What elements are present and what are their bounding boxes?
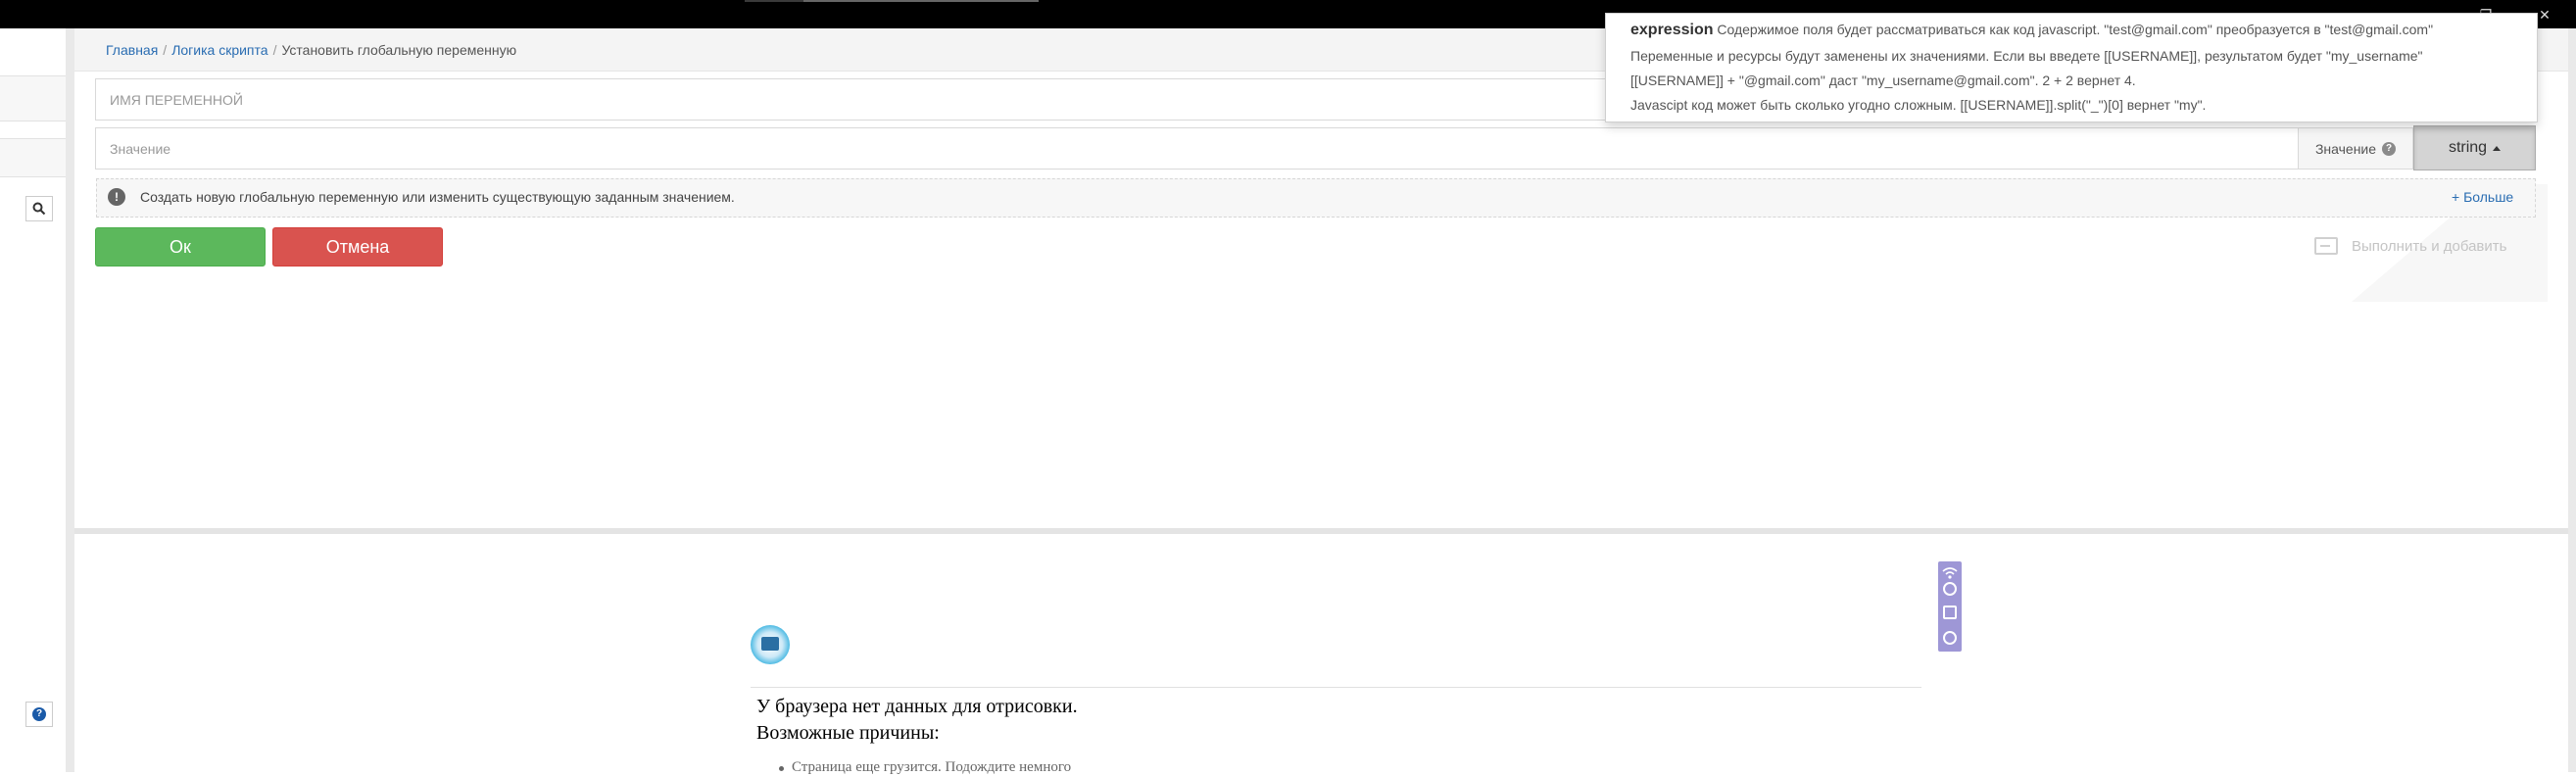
breadcrumb-script-logic-link[interactable]: Логика скрипта <box>171 42 267 58</box>
value-addon: Значение ? <box>2298 127 2413 170</box>
settings-icon[interactable] <box>1938 627 1962 649</box>
browser-icon <box>751 625 790 664</box>
resize-icon[interactable] <box>1938 602 1962 623</box>
help-button[interactable]: ? <box>25 702 53 727</box>
question-icon[interactable]: ? <box>2382 141 2397 156</box>
reason-list-item: Страница еще грузится. Подождите немного <box>778 759 1072 775</box>
search-button[interactable] <box>25 196 53 221</box>
message-divider <box>751 687 1921 688</box>
expression-tooltip: expression Содержимое поля будет рассмат… <box>1605 13 2538 122</box>
tooltip-line-1: expression Содержимое поля будет рассмат… <box>1630 22 2433 39</box>
sidebar-divider <box>66 28 74 772</box>
exclamation-icon: ! <box>108 188 125 206</box>
breadcrumb-separator: / <box>163 42 168 58</box>
browser-preview-panel <box>74 534 2568 772</box>
breadcrumb-current: Установить глобальную переменную <box>281 42 517 58</box>
execute-add-icon <box>2314 237 2338 255</box>
variable-name-field[interactable] <box>95 78 1624 121</box>
value-type-label: string <box>2448 139 2488 156</box>
info-text: Создать новую глобальную переменную или … <box>140 189 735 205</box>
tooltip-line-1-text: Содержимое поля будет рассматриваться ка… <box>1717 22 2434 37</box>
tooltip-keyword: expression <box>1630 22 1714 38</box>
tooltip-line-3: [[USERNAME]] + "@gmail.com" даст "my_use… <box>1630 73 2136 88</box>
caret-up-icon <box>2493 145 2502 151</box>
value-addon-label: Значение <box>2314 140 2377 157</box>
breadcrumb-home-link[interactable]: Главная <box>106 42 158 58</box>
cancel-button[interactable]: Отмена <box>272 227 443 267</box>
execute-and-add-label: Выполнить и добавить <box>2352 237 2507 255</box>
tooltip-line-4: Javascipt код может быть сколько угодно … <box>1630 97 2207 113</box>
left-sidebar <box>0 28 66 772</box>
more-link[interactable]: + Больше <box>2452 189 2513 205</box>
record-icon[interactable] <box>1938 578 1962 600</box>
value-field[interactable] <box>95 127 2299 170</box>
execute-and-add-button[interactable]: Выполнить и добавить <box>2314 237 2506 255</box>
sidebar-panel-top <box>0 75 66 121</box>
breadcrumb: Главная / Логика скрипта / Установить глобал… <box>106 42 516 58</box>
value-type-dropdown[interactable]: string <box>2413 125 2536 170</box>
breadcrumb-separator: / <box>272 42 277 58</box>
sidebar-panel-middle <box>0 138 66 177</box>
help-icon: ? <box>32 707 46 721</box>
value-input[interactable] <box>96 128 2298 169</box>
search-icon <box>32 202 46 216</box>
tooltip-line-2: Переменные и ресурсы будут заменены их з… <box>1630 48 2423 64</box>
no-data-message: У браузера нет данных для отрисовки. <box>756 696 1078 717</box>
tab-strip-hint-active <box>803 0 1039 2</box>
variable-name-input[interactable] <box>96 79 1623 120</box>
ok-button[interactable]: Ок <box>95 227 266 267</box>
possible-reasons-label: Возможные причины: <box>756 722 940 744</box>
right-scroll-strip <box>2568 28 2576 772</box>
